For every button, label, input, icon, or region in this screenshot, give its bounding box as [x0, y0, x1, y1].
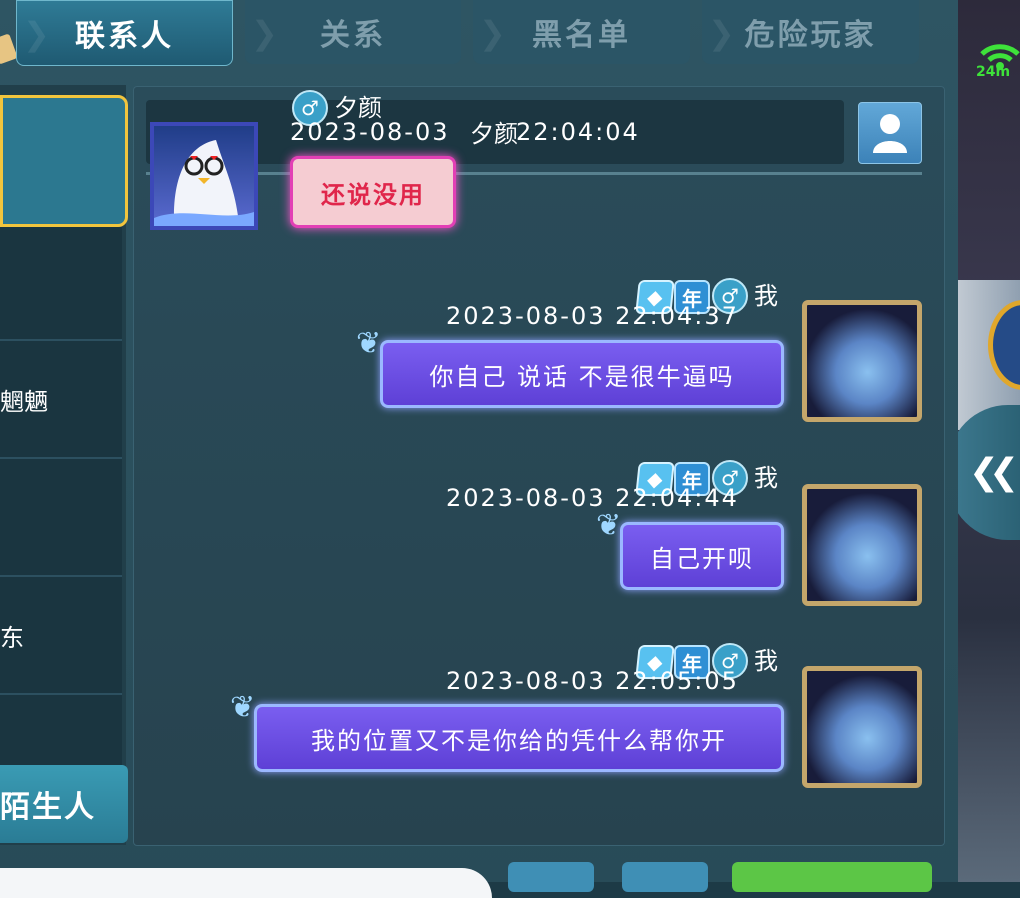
- contact-item[interactable]: [0, 227, 122, 341]
- chat-input[interactable]: [0, 868, 492, 898]
- chevron-decoration-icon: ❯: [251, 14, 281, 52]
- my-avatar[interactable]: [802, 484, 922, 606]
- message-timestamp: 2023-08-03 22:04:37: [446, 302, 739, 330]
- peer-message-bubble[interactable]: 还说没用: [290, 156, 456, 228]
- ping-readout: 24m: [976, 64, 1011, 80]
- my-message-bubble[interactable]: 你自己 说话 不是很牛逼吗: [380, 340, 784, 408]
- tab-contacts-label: 联系人: [75, 19, 174, 54]
- my-avatar[interactable]: [802, 300, 922, 422]
- my-message-bubble[interactable]: 我的位置又不是你给的凭什么帮你开: [254, 704, 784, 772]
- message-text: 你自己 说话 不是很牛逼吗: [429, 362, 735, 391]
- tab-danger-players[interactable]: ❯ 危险玩家: [702, 0, 919, 64]
- contact-item[interactable]: [0, 695, 122, 769]
- tab-blacklist[interactable]: ❯ 黑名单: [473, 0, 690, 64]
- message-text: 还说没用: [321, 180, 425, 209]
- self-name: 我: [754, 464, 778, 492]
- my-message-bubble[interactable]: 自己开呗: [620, 522, 784, 590]
- voice-button[interactable]: [622, 862, 708, 892]
- tab-strangers[interactable]: 陌生人: [0, 765, 128, 843]
- chevron-decoration-icon: ❯: [708, 14, 738, 52]
- tab-relations[interactable]: ❯ 关系: [245, 0, 461, 64]
- tab-blacklist-label: 黑名单: [532, 18, 631, 53]
- social-panel: ❯ 联系人 ❯ 关系 ❯ 黑名单 ❯ 危险玩家 魍魉 东 陌生人 ♂ 夕颜 20…: [0, 0, 958, 898]
- tab-danger-players-label: 危险玩家: [744, 18, 877, 53]
- ghost-avatar-icon: [154, 140, 254, 226]
- contact-item[interactable]: 魍魉: [0, 341, 122, 459]
- contact-list: 魍魉 东: [0, 85, 128, 845]
- contact-item[interactable]: 东: [0, 577, 122, 695]
- message-text: 我的位置又不是你给的凭什么帮你开: [311, 726, 727, 755]
- profile-button[interactable]: [858, 102, 922, 164]
- message-timestamp: 2023-08-03 22:04:44: [446, 484, 739, 512]
- contact-name: 魍魉: [0, 387, 48, 416]
- collapse-chevron-icon: ❮❮: [968, 452, 1019, 493]
- header-time: 22:04:04: [516, 118, 640, 146]
- contact-item[interactable]: [0, 459, 122, 577]
- my-avatar[interactable]: [802, 666, 922, 788]
- self-name: 我: [754, 647, 778, 675]
- chevron-decoration-icon: ❯: [23, 15, 53, 53]
- peer-avatar[interactable]: [150, 122, 258, 230]
- tab-contacts[interactable]: ❯ 联系人: [16, 0, 233, 66]
- emoji-button[interactable]: [508, 862, 594, 892]
- message-text: 自己开呗: [650, 544, 754, 573]
- tab-strangers-label: 陌生人: [0, 790, 96, 825]
- header-name-overlay: 夕颜: [470, 120, 518, 148]
- header-divider: [146, 172, 922, 175]
- profile-icon: [873, 114, 907, 153]
- contact-name: 东: [0, 623, 24, 652]
- send-button[interactable]: [732, 862, 932, 892]
- contact-item-selected[interactable]: [0, 95, 128, 227]
- header-timestamp: 2023-08-03: [290, 118, 450, 146]
- self-name: 我: [754, 282, 778, 310]
- chevron-decoration-icon: ❯: [479, 14, 509, 52]
- tab-relations-label: 关系: [320, 18, 386, 53]
- message-timestamp: 2023-08-03 22:05:05: [446, 667, 739, 695]
